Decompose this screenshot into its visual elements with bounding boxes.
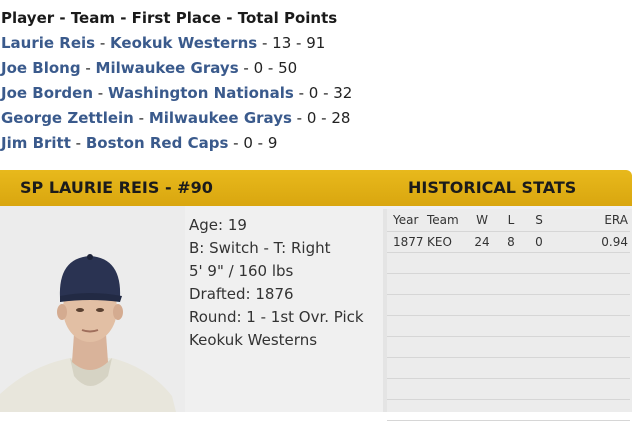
- player-age: Age: 19: [189, 216, 247, 234]
- player-bats-throws: B: Switch - T: Right: [189, 239, 331, 257]
- player-height-weight: 5' 9" / 160 lbs: [189, 262, 294, 280]
- team-link[interactable]: Milwaukee Grays: [96, 59, 239, 77]
- player-photo: [0, 206, 185, 412]
- cell-l: 8: [497, 231, 525, 253]
- player-link[interactable]: George Zettlein: [1, 109, 134, 127]
- team-link[interactable]: Milwaukee Grays: [149, 109, 292, 127]
- col-era[interactable]: ERA: [553, 209, 630, 232]
- empty-row: [387, 399, 630, 421]
- player-card: Age: 19 B: Switch - T: Right 5' 9" / 160…: [0, 206, 632, 421]
- col-s[interactable]: S: [525, 209, 553, 232]
- voting-header: Player - Team - First Place - Total Poin…: [1, 9, 338, 27]
- player-info: Age: 19 B: Switch - T: Right 5' 9" / 160…: [189, 214, 364, 352]
- empty-row: [387, 315, 630, 337]
- col-w[interactable]: W: [467, 209, 497, 232]
- empty-row: [387, 273, 630, 295]
- cell-team: KEO: [427, 231, 467, 253]
- player-link[interactable]: Jim Britt: [1, 134, 71, 152]
- award-voting-list: Player - Team - First Place - Total Poin…: [0, 6, 632, 156]
- historical-stats-title: HISTORICAL STATS: [408, 178, 577, 197]
- cell-era: 0.94: [553, 231, 630, 253]
- voting-row: Laurie Reis - Keokuk Westerns - 13 - 91: [1, 34, 326, 52]
- first-place-votes: 13: [272, 34, 292, 52]
- player-team: Keokuk Westerns: [189, 331, 318, 349]
- stats-header-row: Year Team W L S ERA: [387, 209, 630, 232]
- col-team[interactable]: Team: [427, 209, 467, 232]
- player-draft-round: Round: 1 - 1st Ovr. Pick: [189, 308, 364, 326]
- first-place-votes: 0: [308, 84, 319, 102]
- player-drafted: Drafted: 1876: [189, 285, 294, 303]
- voting-row: Joe Blong - Milwaukee Grays - 0 - 50: [1, 59, 298, 77]
- total-points: 32: [333, 84, 353, 102]
- cell-w: 24: [467, 231, 497, 253]
- player-card-title: SP LAURIE REIS - #90: [20, 178, 213, 197]
- team-link[interactable]: Washington Nationals: [108, 84, 294, 102]
- cell-year: 1877: [387, 231, 427, 253]
- first-place-votes: 0: [253, 59, 264, 77]
- player-link[interactable]: Joe Borden: [1, 84, 93, 102]
- empty-row: [387, 357, 630, 379]
- player-link[interactable]: Joe Blong: [1, 59, 81, 77]
- historical-stats-table: Year Team W L S ERA 1877 KEO 24 8 0 0.94: [387, 209, 630, 421]
- first-place-votes: 0: [306, 109, 317, 127]
- empty-row: [387, 336, 630, 358]
- first-place-votes: 0: [243, 134, 253, 152]
- voting-row: George Zettlein - Milwaukee Grays - 0 - …: [1, 109, 351, 127]
- empty-row: [387, 294, 630, 316]
- voting-row: Joe Borden - Washington Nationals - 0 - …: [1, 84, 353, 102]
- total-points: 9: [267, 134, 278, 152]
- player-card-banner: SP LAURIE REIS - #90 HISTORICAL STATS: [0, 170, 632, 206]
- col-l[interactable]: L: [497, 209, 525, 232]
- team-link[interactable]: Keokuk Westerns: [110, 34, 257, 52]
- team-link[interactable]: Boston Red Caps: [86, 134, 229, 152]
- table-row: 1877 KEO 24 8 0 0.94: [387, 231, 630, 253]
- cell-s: 0: [525, 231, 553, 253]
- voting-row: Jim Britt - Boston Red Caps - 0 - 9: [1, 134, 278, 152]
- total-points: 28: [331, 109, 351, 127]
- empty-row: [387, 378, 630, 400]
- col-year[interactable]: Year: [387, 209, 427, 232]
- player-portrait-image: [0, 254, 176, 412]
- historical-stats-panel: Year Team W L S ERA 1877 KEO 24 8 0 0.94: [383, 209, 632, 421]
- empty-row: [387, 252, 630, 274]
- total-points: 91: [306, 34, 326, 52]
- total-points: 50: [278, 59, 298, 77]
- player-link[interactable]: Laurie Reis: [1, 34, 95, 52]
